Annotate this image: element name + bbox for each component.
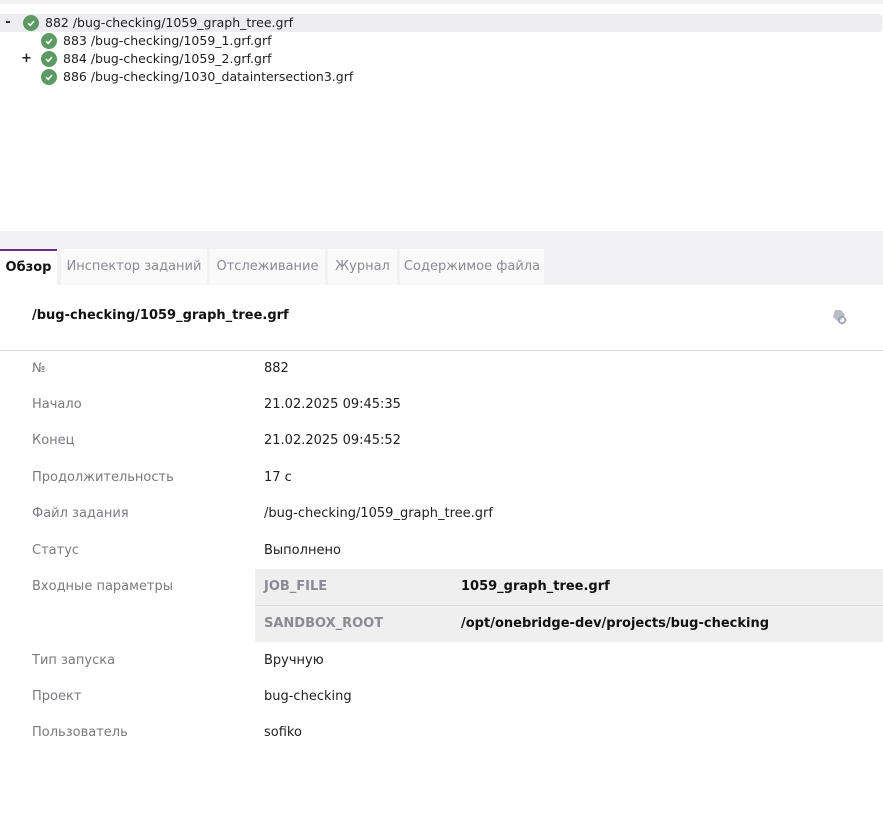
tree-item-label: 883 /bug-checking/1059_1.grf.grf xyxy=(63,33,272,48)
param-row: JOB_FILE 1059_graph_tree.grf xyxy=(255,569,883,605)
prop-label: Конец xyxy=(32,433,75,448)
prop-label: Проект xyxy=(32,689,82,704)
tree-item-883[interactable]: 883 /bug-checking/1059_1.grf.grf xyxy=(0,32,883,50)
tree-item-label: 882 /bug-checking/1059_graph_tree.grf xyxy=(45,15,293,30)
prop-label: Начало xyxy=(32,397,82,412)
prop-label: Файл задания xyxy=(32,506,129,521)
tab-tracking[interactable]: Отслеживание xyxy=(210,249,325,285)
settings-gear-icon[interactable] xyxy=(829,307,849,327)
tab-file-content[interactable]: Содержимое файла xyxy=(400,249,544,285)
tree-item-label: 886 /bug-checking/1030_dataintersection3… xyxy=(63,69,354,84)
prop-launch-type: Тип запуска Вручную xyxy=(0,643,883,679)
expand-toggle[interactable]: + xyxy=(21,50,32,68)
prop-value: Вручную xyxy=(264,653,324,668)
prop-value: /bug-checking/1059_graph_tree.grf xyxy=(264,506,493,521)
prop-value: bug-checking xyxy=(264,689,352,704)
tree-item-886[interactable]: 886 /bug-checking/1030_dataintersection3… xyxy=(0,68,883,86)
tree-item-label: 884 /bug-checking/1059_2.grf.grf xyxy=(63,51,272,66)
panel-splitter[interactable] xyxy=(0,231,883,249)
prop-label: № xyxy=(32,361,46,376)
tab-bar: Обзор Инспектор заданий Отслеживание Жур… xyxy=(0,249,883,285)
param-key: SANDBOX_ROOT xyxy=(264,616,384,631)
param-key: JOB_FILE xyxy=(264,579,328,594)
tab-log[interactable]: Журнал xyxy=(328,249,397,285)
prop-number: № 882 xyxy=(0,351,883,387)
prop-value: 17 с xyxy=(264,470,292,485)
success-check-icon xyxy=(41,33,57,49)
success-check-icon xyxy=(23,15,39,31)
prop-value: 21.02.2025 09:45:52 xyxy=(264,433,401,448)
job-tree: - 882 /bug-checking/1059_graph_tree.grf … xyxy=(0,14,883,86)
prop-label: Тип запуска xyxy=(32,653,116,668)
prop-end: Конец 21.02.2025 09:45:52 xyxy=(0,423,883,459)
collapse-toggle[interactable]: - xyxy=(3,14,13,32)
prop-status: Статус Выполнено xyxy=(0,533,883,569)
prop-label: Продолжительность xyxy=(32,470,174,485)
prop-label: Статус xyxy=(32,543,80,558)
prop-value: Выполнено xyxy=(264,543,341,558)
prop-start: Начало 21.02.2025 09:45:35 xyxy=(0,387,883,423)
tab-overview[interactable]: Обзор xyxy=(0,249,57,285)
prop-value: sofiko xyxy=(264,725,302,740)
prop-label: Пользователь xyxy=(32,725,128,740)
tree-item-882[interactable]: - 882 /bug-checking/1059_graph_tree.grf xyxy=(0,14,882,32)
prop-project: Проект bug-checking xyxy=(0,679,883,715)
prop-value: 21.02.2025 09:45:35 xyxy=(264,397,401,412)
success-check-icon xyxy=(41,69,57,85)
prop-label: Входные параметры xyxy=(32,579,174,594)
success-check-icon xyxy=(41,51,57,67)
page-title: /bug-checking/1059_graph_tree.grf xyxy=(32,308,289,323)
param-value: /opt/onebridge-dev/projects/bug-checking xyxy=(461,616,770,631)
top-edge xyxy=(0,0,883,4)
param-value: 1059_graph_tree.grf xyxy=(461,579,610,594)
prop-user: Пользователь sofiko xyxy=(0,715,883,751)
prop-value: 882 xyxy=(264,361,289,376)
tree-item-884[interactable]: + 884 /bug-checking/1059_2.grf.grf xyxy=(0,50,883,68)
param-row: SANDBOX_ROOT /opt/onebridge-dev/projects… xyxy=(255,606,883,642)
prop-duration: Продолжительность 17 с xyxy=(0,460,883,496)
prop-job-file: Файл задания /bug-checking/1059_graph_tr… xyxy=(0,496,883,532)
tab-job-inspector[interactable]: Инспектор заданий xyxy=(61,249,207,285)
